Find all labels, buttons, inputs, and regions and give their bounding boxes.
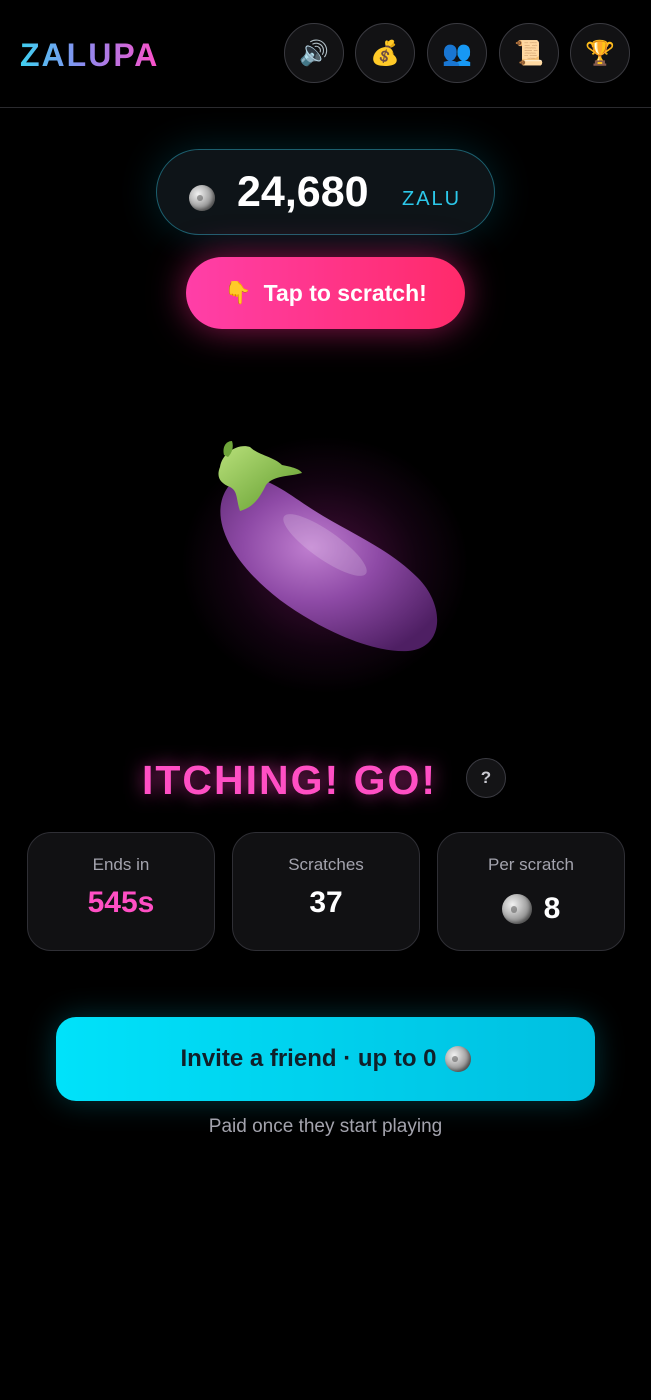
eggplant-tap-target[interactable]: [150, 395, 500, 725]
shop-button[interactable]: 💰: [355, 23, 415, 83]
coin-icon: [189, 185, 215, 211]
ends-in-card: Ends in 545s: [27, 832, 215, 951]
status-row: ITCHING! GO! ?: [0, 752, 651, 808]
scratches-label: Scratches: [288, 855, 364, 874]
balance-pill: 24,680 ZALU: [156, 149, 495, 235]
invite-friend-button[interactable]: Invite a friend · up to 0: [56, 1017, 595, 1101]
balance-unit: ZALU: [402, 188, 462, 210]
eggplant-icon: [218, 441, 438, 652]
trophy-icon: 🏆: [585, 39, 615, 67]
top-bar: ZALUPA 🔊 💰 👥 📜 🏆: [0, 0, 651, 108]
scratches-card: Scratches 37: [232, 832, 420, 951]
scratch-button-label: Tap to scratch!: [263, 279, 427, 306]
friends-button[interactable]: 👥: [427, 23, 487, 83]
coin-icon: [444, 1046, 471, 1072]
leaderboard-button[interactable]: 🏆: [570, 23, 630, 83]
invite-friend-label: Invite a friend · up to 0: [180, 1045, 437, 1072]
ends-in-label: Ends in: [92, 855, 150, 874]
app-logo: ZALUPA: [20, 37, 160, 73]
help-button[interactable]: ?: [466, 758, 506, 798]
ends-in-value: 545s: [87, 886, 155, 919]
speaker-icon: 🔊: [299, 39, 329, 67]
per-scratch-value-row: 8: [438, 891, 624, 927]
tasks-button[interactable]: 📜: [499, 23, 559, 83]
invite-note: Paid once they start playing: [208, 1116, 443, 1137]
scratch-button[interactable]: 👇 Tap to scratch!: [186, 257, 465, 329]
sound-button[interactable]: 🔊: [284, 23, 344, 83]
coin-icon: [501, 894, 532, 924]
pointing-down-icon: 👇: [224, 280, 252, 305]
people-icon: 👥: [442, 39, 472, 67]
per-scratch-card: Per scratch 8: [437, 832, 625, 951]
scratches-value: 37: [309, 886, 343, 919]
money-bag-icon: 💰: [370, 39, 400, 67]
question-mark-icon: ?: [480, 768, 492, 787]
status-text: ITCHING! GO!: [142, 757, 438, 803]
scroll-icon: 📜: [514, 39, 544, 67]
balance-amount: 24,680: [237, 168, 369, 216]
per-scratch-label: Per scratch: [488, 855, 574, 874]
per-scratch-value: 8: [543, 892, 561, 925]
